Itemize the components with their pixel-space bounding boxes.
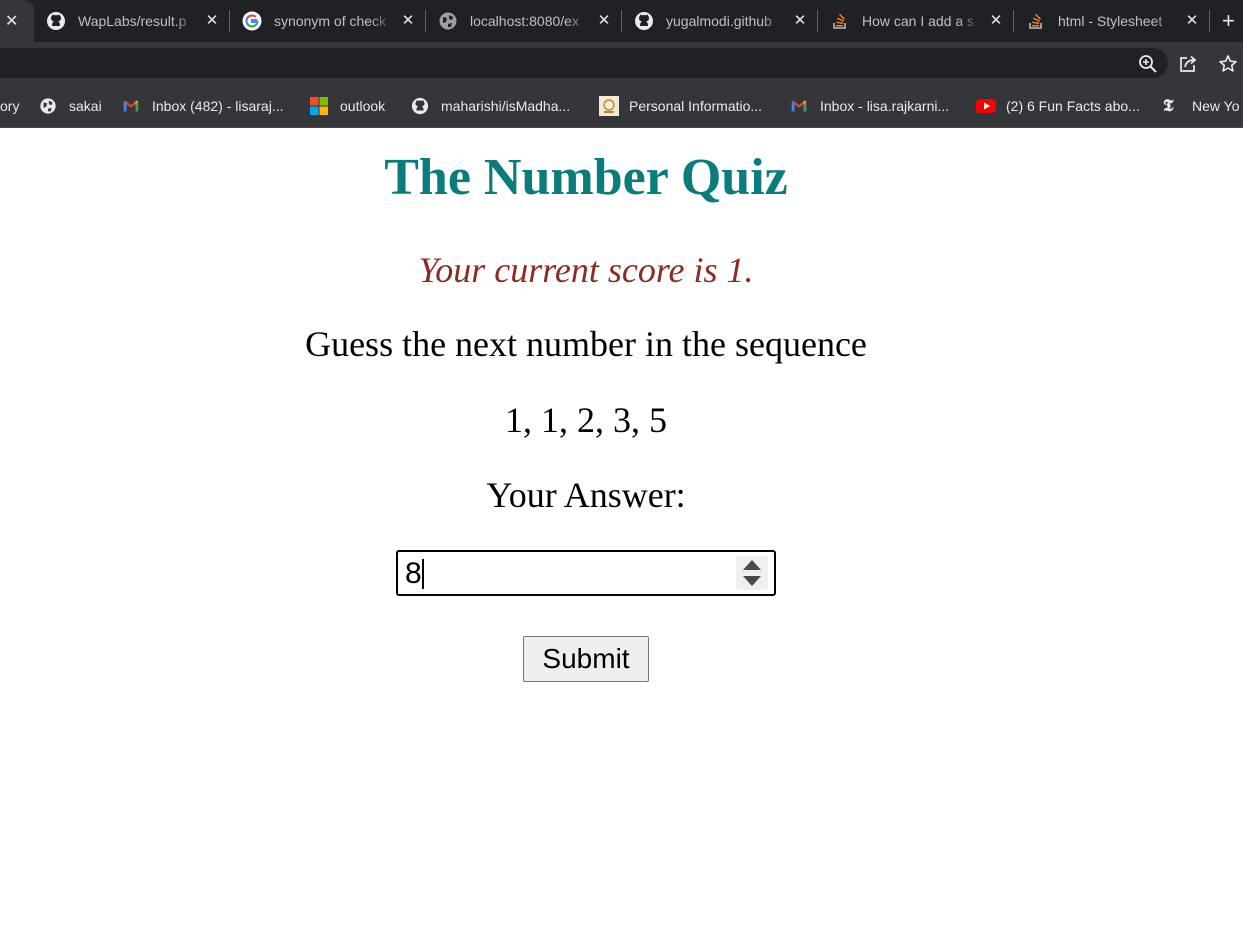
tab-title: How can I add a s <box>862 13 975 29</box>
tab-title: html - Stylesheet <box>1058 13 1163 29</box>
globe-icon <box>439 12 457 30</box>
zoom-icon[interactable] <box>1138 54 1158 74</box>
tab-title: WapLabs/result.p <box>78 13 187 29</box>
stackoverflow-icon <box>833 13 846 29</box>
bookmark-label: sakai <box>69 98 102 114</box>
close-icon[interactable]: ✕ <box>400 13 416 29</box>
close-icon[interactable]: ✕ <box>988 13 1004 29</box>
page-content: The Number Quiz Your current score is 1.… <box>0 129 1243 936</box>
answer-label: Your Answer: <box>486 475 686 515</box>
tab-active-partial[interactable]: ✕ <box>0 0 34 42</box>
tab-strip: ✕ WapLabs/result.p ✕ synonym of check ✕ … <box>0 0 1243 42</box>
github-icon <box>635 12 653 30</box>
bookmark-label: Inbox - lisa.rajkarni... <box>820 98 950 114</box>
address-bar[interactable] <box>0 48 1168 78</box>
github-icon <box>411 97 429 115</box>
tab-synonym[interactable]: synonym of check ✕ <box>230 0 426 42</box>
bookmark-label: outlook <box>340 98 386 114</box>
close-icon[interactable]: ✕ <box>596 13 612 29</box>
tab-stackoverflow-stylesheet[interactable]: html - Stylesheet ✕ <box>1014 0 1210 42</box>
tab-title: yugalmodi.github <box>666 13 772 29</box>
number-sequence: 1, 1, 2, 3, 5 <box>505 400 667 440</box>
bookmark-label: (2) 6 Fun Facts abo... <box>1006 98 1140 114</box>
tab-stackoverflow-add[interactable]: How can I add a s ✕ <box>818 0 1014 42</box>
submit-button[interactable]: Submit <box>523 636 649 682</box>
tab-separator <box>1209 10 1210 32</box>
question-prompt: Guess the next number in the sequence <box>305 324 867 364</box>
stepper-down-icon[interactable] <box>743 576 761 586</box>
new-tab-button[interactable]: + <box>1222 8 1235 34</box>
university-icon <box>599 96 619 116</box>
tab-title: localhost:8080/ex <box>470 13 579 29</box>
bookmark-label: maharishi/isMadha... <box>441 98 571 114</box>
score-text: Your current score is 1. <box>418 250 754 290</box>
stepper-up-icon[interactable] <box>743 560 761 570</box>
star-icon[interactable] <box>1218 54 1238 74</box>
nytimes-icon: 𝕿 <box>1163 96 1174 116</box>
tab-yugalmodi[interactable]: yugalmodi.github ✕ <box>622 0 818 42</box>
bookmark-label: Personal Informatio... <box>629 98 763 114</box>
bookmark-label: Inbox (482) - lisaraj... <box>152 98 284 114</box>
text-caret <box>422 559 424 589</box>
close-icon[interactable]: ✕ <box>792 13 808 29</box>
youtube-icon <box>976 99 996 113</box>
bookmark-label: New Yo <box>1192 98 1240 114</box>
tab-waplabs[interactable]: WapLabs/result.p ✕ <box>34 0 230 42</box>
close-icon[interactable]: ✕ <box>5 11 18 31</box>
page-title: The Number Quiz <box>384 149 788 206</box>
google-icon <box>242 11 262 31</box>
bookmarks-bar: ory sakai Inbox (482) - lisaraj... outlo… <box>0 84 1243 128</box>
globe-icon <box>40 98 56 114</box>
number-stepper[interactable] <box>736 556 768 590</box>
gmail-icon <box>123 100 139 112</box>
share-icon[interactable] <box>1178 54 1198 74</box>
github-icon <box>47 12 65 30</box>
answer-value: 8 <box>405 557 422 590</box>
tab-localhost[interactable]: localhost:8080/ex ✕ <box>426 0 622 42</box>
close-icon[interactable]: ✕ <box>1184 13 1200 29</box>
answer-input[interactable]: 8 <box>396 550 776 596</box>
microsoft-icon <box>310 97 328 115</box>
stackoverflow-icon <box>1029 13 1042 29</box>
browser-toolbar <box>0 42 1243 84</box>
bookmark-label: ory <box>0 98 20 114</box>
tab-title: synonym of check <box>274 13 387 29</box>
close-icon[interactable]: ✕ <box>204 13 220 29</box>
bookmark-history[interactable]: ory <box>0 95 19 117</box>
gmail-icon <box>791 100 807 112</box>
